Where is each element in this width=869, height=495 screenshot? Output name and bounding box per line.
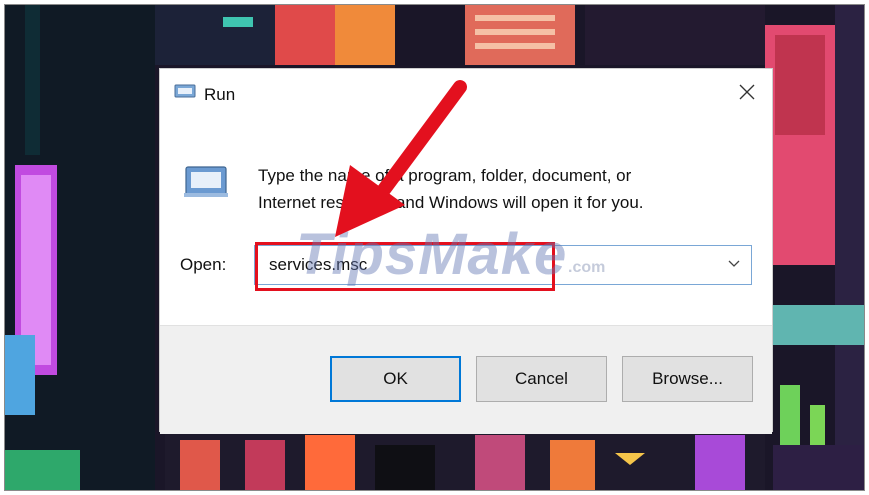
screenshot-frame: Run Type the name of a program, folder, … (4, 4, 865, 491)
annotation-arrow (335, 80, 467, 237)
